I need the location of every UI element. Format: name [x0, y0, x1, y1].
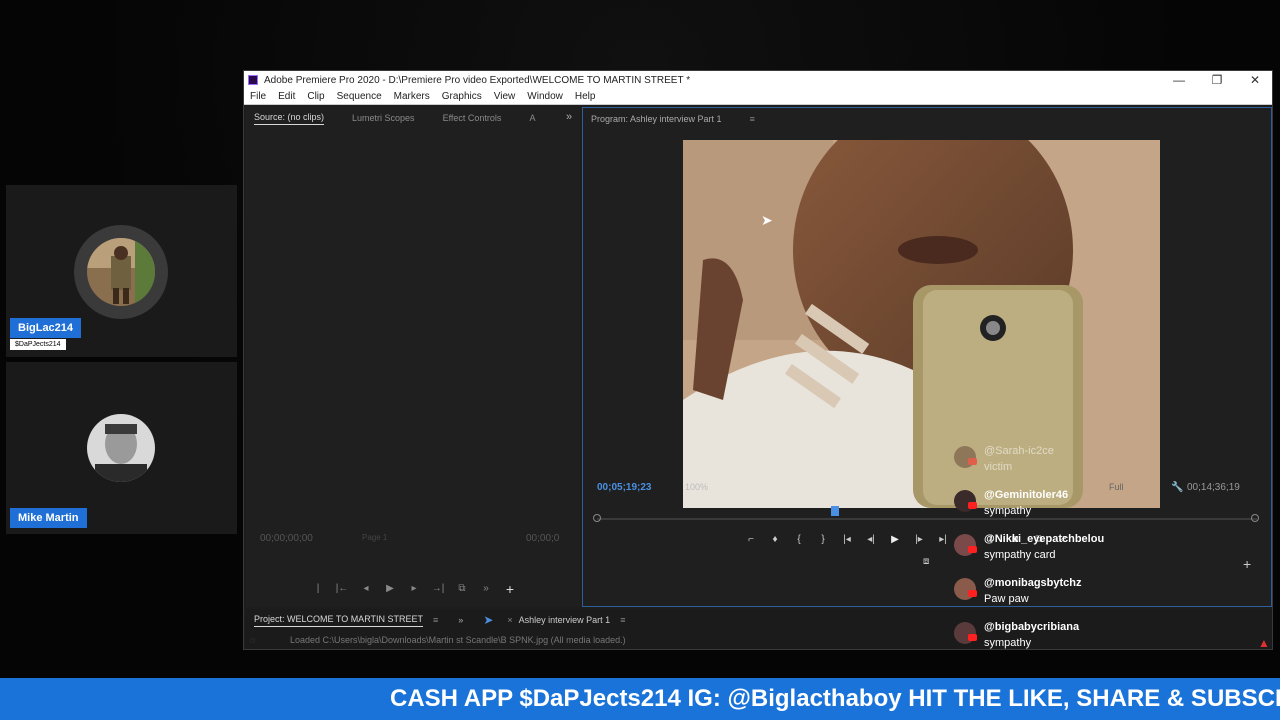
chat-username: @Sarah-ic2ce: [984, 445, 1054, 457]
chat-username: @bigbabycribiana: [984, 621, 1080, 633]
panel-overflow-icon[interactable]: »: [566, 111, 572, 123]
chat-text: sympathy card: [984, 549, 1056, 561]
step-back-icon[interactable]: ◂|: [859, 532, 883, 548]
youtube-icon: [968, 590, 977, 597]
menu-view[interactable]: View: [494, 91, 516, 102]
program-panel-tabs: Program: Ashley interview Part 1 ≡: [591, 108, 783, 130]
youtube-icon: [968, 634, 977, 641]
selection-tool-icon[interactable]: ➤: [483, 613, 493, 627]
source-panel-tabs: Source: (no clips) Lumetri Scopes Effect…: [254, 107, 563, 129]
mark-in-icon[interactable]: ⌐: [739, 532, 763, 548]
chat-text: victim: [984, 461, 1013, 473]
more-icon[interactable]: »: [474, 581, 498, 597]
participant-name-tag: Mike Martin: [10, 508, 87, 528]
tab-lumetri-scopes[interactable]: Lumetri Scopes: [352, 113, 415, 123]
in-point-handle[interactable]: [593, 514, 601, 522]
menu-bar: File Edit Clip Sequence Markers Graphics…: [244, 89, 1272, 105]
panel-menu-icon[interactable]: ≡: [750, 114, 755, 124]
tab-project[interactable]: Project: WELCOME TO MARTIN STREET: [254, 614, 424, 627]
step-back-icon[interactable]: ◂: [354, 581, 378, 597]
chat-message: @Geminitoler46 sympathy: [944, 484, 1268, 528]
go-to-in-icon[interactable]: |←: [330, 581, 354, 597]
menu-clip[interactable]: Clip: [307, 91, 324, 102]
close-button[interactable]: ✕: [1236, 71, 1274, 89]
minimize-button[interactable]: —: [1160, 71, 1198, 89]
window-titlebar: Adobe Premiere Pro 2020 - D:\Premiere Pr…: [244, 71, 1272, 89]
participant-name-tag: BigLac214: [10, 318, 82, 338]
menu-window[interactable]: Window: [527, 91, 563, 102]
avatar: [87, 414, 155, 482]
insert-icon[interactable]: ⧉: [450, 581, 474, 597]
warning-icon: ▲: [1258, 636, 1270, 650]
menu-help[interactable]: Help: [575, 91, 596, 102]
premiere-logo-icon: [248, 75, 258, 85]
stream-stage: BigLac214 $DaPJects214 Mike Martin Adobe…: [0, 0, 1280, 720]
add-button-icon[interactable]: +: [498, 581, 522, 597]
step-forward-icon[interactable]: |▸: [907, 532, 931, 548]
chat-message: @Sarah-ic2ce victim: [944, 440, 1268, 484]
go-to-in-icon[interactable]: |◂: [835, 532, 859, 548]
youtube-icon: [968, 546, 977, 553]
scrolling-ticker: CASH APP $DaPJects214 IG: @Biglacthaboy …: [0, 678, 1280, 720]
mouse-cursor-icon: ➤: [761, 212, 773, 228]
maximize-button[interactable]: ❐: [1198, 71, 1236, 89]
chat-text: Paw paw: [984, 593, 1029, 605]
participant-tile-2[interactable]: Mike Martin: [6, 362, 237, 534]
live-chat-overlay: @Sarah-ic2ce victim @Geminitoler46 sympa…: [944, 440, 1270, 660]
source-panel: Source: (no clips) Lumetri Scopes Effect…: [246, 107, 580, 607]
menu-edit[interactable]: Edit: [278, 91, 295, 102]
tab-effect-controls[interactable]: Effect Controls: [443, 113, 502, 123]
tab-sequence[interactable]: Ashley interview Part 1: [519, 615, 611, 625]
chat-message: @monibagsbytchz Paw paw: [944, 572, 1268, 616]
chat-username: @Geminitoler46: [984, 489, 1069, 501]
menu-file[interactable]: File: [250, 91, 266, 102]
play-icon[interactable]: ▶: [378, 581, 402, 597]
chat-username: @Nikki_eyepatchbelou: [984, 533, 1105, 545]
mark-in-icon[interactable]: |: [306, 581, 330, 597]
panel-overflow-icon[interactable]: »: [458, 615, 463, 625]
status-message: Loaded C:\Users\bigla\Downloads\Martin s…: [290, 635, 626, 645]
window-title: Adobe Premiere Pro 2020 - D:\Premiere Pr…: [264, 74, 691, 86]
menu-markers[interactable]: Markers: [394, 91, 430, 102]
chat-text: sympathy: [984, 637, 1032, 649]
chat-username: @monibagsbytchz: [984, 577, 1082, 589]
zoom-select[interactable]: 100%: [685, 482, 708, 492]
project-panel-tabs: Project: WELCOME TO MARTIN STREET ≡ » ➤ …: [254, 611, 653, 629]
sequence-menu-icon[interactable]: ≡: [620, 615, 625, 625]
chat-text: sympathy: [984, 505, 1032, 517]
menu-graphics[interactable]: Graphics: [442, 91, 482, 102]
status-icon: ◌: [250, 635, 256, 645]
youtube-icon: [968, 502, 977, 509]
safe-margins-icon[interactable]: ⧈: [923, 556, 929, 567]
menu-sequence[interactable]: Sequence: [337, 91, 382, 102]
chat-message: @bigbabycribiana sympathy: [944, 616, 1268, 660]
chat-message: @Nikki_eyepatchbelou sympathy card: [944, 528, 1268, 572]
source-page-label: Page 1: [362, 533, 388, 542]
tab-program[interactable]: Program: Ashley interview Part 1: [591, 114, 722, 124]
playhead[interactable]: [831, 506, 839, 516]
play-icon[interactable]: ▶: [883, 532, 907, 548]
participant-subtitle-tag: $DaPJects214: [10, 339, 66, 350]
mark-out-bracket-icon[interactable]: }: [811, 532, 835, 548]
participant-tile-1[interactable]: BigLac214 $DaPJects214: [6, 185, 237, 357]
project-menu-icon[interactable]: ≡: [433, 615, 438, 625]
go-to-out-icon[interactable]: →|: [426, 581, 450, 597]
tab-source[interactable]: Source: (no clips): [254, 112, 325, 125]
source-timecode-right: 00;00;0: [526, 533, 560, 544]
ticker-text: CASH APP $DaPJects214 IG: @Biglacthaboy …: [390, 685, 1280, 712]
avatar: [87, 238, 155, 306]
program-current-timecode[interactable]: 00;05;19;23: [597, 482, 651, 493]
mark-in-bracket-icon[interactable]: {: [787, 532, 811, 548]
step-forward-icon[interactable]: ▸: [402, 581, 426, 597]
add-marker-icon[interactable]: ♦: [763, 532, 787, 548]
youtube-icon: [968, 458, 977, 465]
close-tab-icon[interactable]: ×: [507, 615, 512, 625]
source-timecode-left: 00;00;00;00: [260, 533, 313, 544]
tab-audio[interactable]: A: [529, 113, 535, 123]
source-transport-controls: | |← ◂ ▶ ▸ →| ⧉ » +: [306, 581, 522, 597]
